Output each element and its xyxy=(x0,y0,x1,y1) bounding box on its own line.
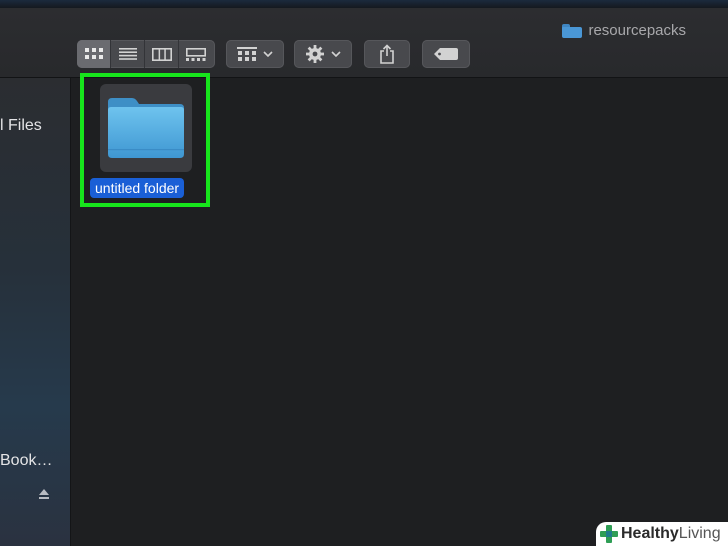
watermark-brand-light: Living xyxy=(678,525,721,542)
window-title-text: resourcepacks xyxy=(588,22,686,39)
tag-icon xyxy=(434,48,458,60)
tag-button[interactable] xyxy=(422,40,470,68)
sidebar-item-all-files[interactable]: l Files xyxy=(0,117,42,135)
eject-icon[interactable] xyxy=(38,488,50,500)
column-view-button[interactable] xyxy=(145,40,179,68)
action-button[interactable] xyxy=(294,40,352,68)
window-title: resourcepacks xyxy=(562,22,686,39)
view-mode-control xyxy=(77,40,215,68)
group-button[interactable] xyxy=(226,40,284,68)
watermark-brand-bold: Healthy xyxy=(621,525,679,542)
column-view-icon xyxy=(151,47,172,61)
gear-icon xyxy=(306,45,324,63)
watermark-text: HealthyLiving xyxy=(621,525,721,543)
gallery-view-button[interactable] xyxy=(179,40,213,68)
plus-logo-icon xyxy=(600,525,618,543)
list-view-button[interactable] xyxy=(111,40,145,68)
watermark: HealthyLiving xyxy=(596,522,728,546)
title-folder-icon xyxy=(562,23,583,38)
sidebar: l Files Book… xyxy=(0,78,71,546)
share-icon xyxy=(380,44,394,64)
sidebar-item-device[interactable]: Book… xyxy=(0,452,52,470)
highlight-box xyxy=(80,73,210,207)
list-view-icon xyxy=(118,48,137,60)
share-button[interactable] xyxy=(364,40,410,68)
gallery-view-icon xyxy=(186,47,206,61)
icon-view-button[interactable] xyxy=(77,40,111,68)
group-icon xyxy=(237,47,257,61)
chevron-down-icon xyxy=(263,51,273,57)
chevron-down-icon xyxy=(331,51,341,57)
icon-view-icon xyxy=(84,48,103,59)
